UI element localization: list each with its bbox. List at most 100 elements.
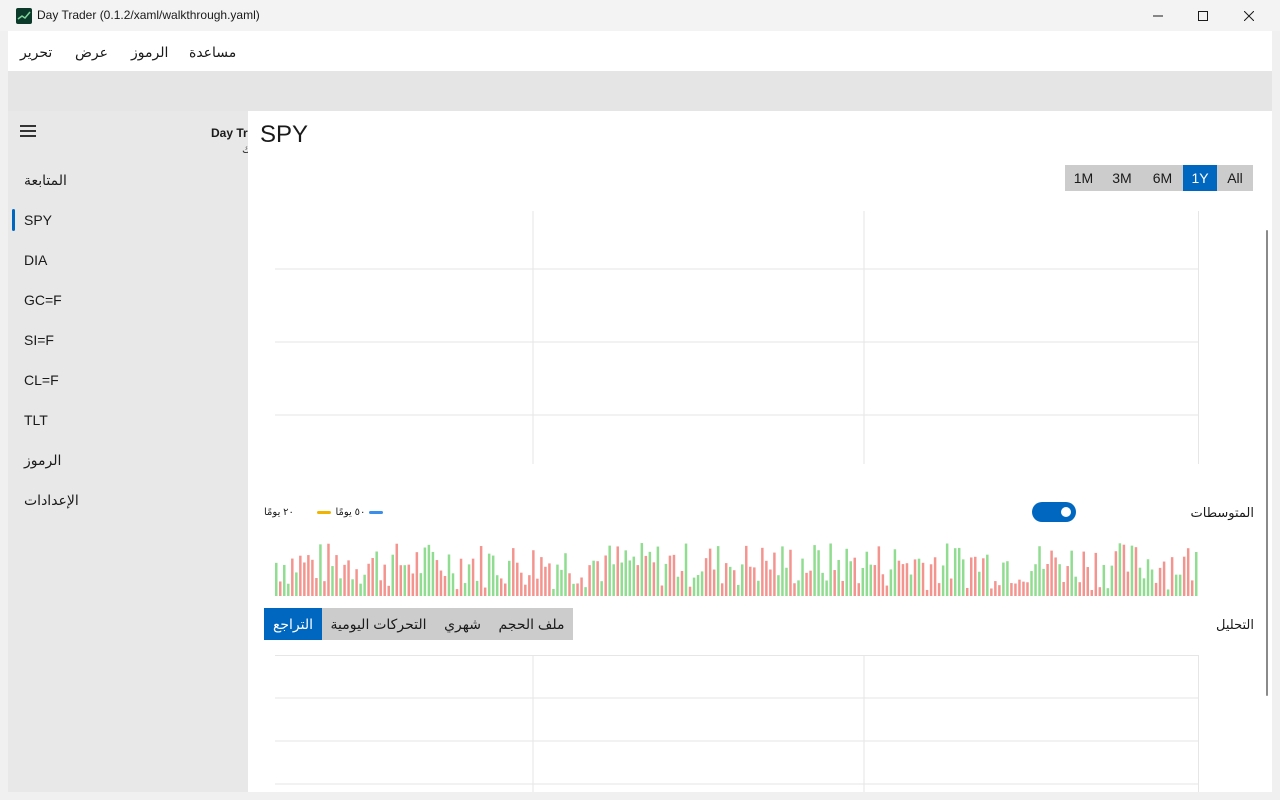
averages-toggle[interactable] [1032,502,1076,522]
volume-bar [652,562,656,596]
legend-20-day: ٢٠ يومًا [264,507,294,518]
volume-bar [1102,564,1106,596]
close-button[interactable] [1226,0,1272,31]
range-1m-button[interactable]: 1M [1065,165,1102,191]
tab-drawdown[interactable]: التراجع [264,608,322,640]
tab-daily-moves[interactable]: التحركات اليومية [322,608,435,640]
volume-bar [1138,567,1142,596]
sidebar-item-gc[interactable]: GC=F [24,292,62,308]
range-6m-button[interactable]: 6M [1142,165,1183,191]
sidebar-item-settings[interactable]: الإعدادات [24,492,79,509]
volume-bar [1066,566,1069,596]
tab-volume-profile[interactable]: ملف الحجم [490,608,573,640]
volume-bar [379,580,382,596]
range-all-button[interactable]: All [1217,165,1253,191]
volume-bar [1122,544,1126,596]
volume-bar [351,579,354,596]
minimize-button[interactable] [1135,0,1181,31]
volume-bar [1010,583,1013,596]
maximize-button[interactable] [1180,0,1226,31]
volume-bar [901,564,905,596]
volume-bar [520,572,523,596]
volume-bar [427,544,431,596]
volume-bar [584,587,587,596]
price-chart [275,211,1199,464]
volume-bar [961,559,965,596]
volume-bar [668,555,672,596]
menu-view[interactable]: عرض [75,44,108,61]
volume-bar [845,548,848,596]
sidebar-item-watchlist[interactable]: المتابعة [24,172,67,189]
menu-help[interactable]: مساعدة [189,44,236,61]
volume-bar [1090,589,1094,596]
menu-symbols[interactable]: الرموز [131,44,168,61]
hamburger-menu-icon[interactable] [20,125,36,137]
sidebar-item-si[interactable]: SI=F [24,332,54,348]
sidebar-item-tlt[interactable]: TLT [24,412,48,428]
volume-bar [355,569,358,596]
volume-bar [1046,563,1049,596]
sidebar-item-dia[interactable]: DIA [24,252,47,268]
volume-bar [781,546,784,596]
volume-bar [287,583,290,596]
volume-bar [712,569,716,596]
close-icon [1244,10,1254,21]
volume-bar [1018,579,1021,596]
averages-label: المتوسطات [1190,505,1254,520]
volume-bar [275,562,278,596]
menu-edit[interactable]: تحرير [20,44,52,61]
range-1y-button[interactable]: 1Y [1183,165,1217,191]
volume-bar [451,573,455,596]
volume-bar [564,553,567,596]
volume-bar [945,543,949,596]
sidebar-item-cl[interactable]: CL=F [24,372,59,388]
volume-bar [327,543,330,596]
volume-bar [869,564,873,596]
volume-bar [957,547,961,596]
volume-bar [970,557,973,596]
range-3m-button[interactable]: 3M [1102,165,1142,191]
volume-bar [479,546,483,596]
volume-bar [1114,551,1118,596]
volume-bar [620,562,623,596]
volume-bar [343,564,346,596]
volume-bar [1042,568,1045,596]
volume-bar [435,560,439,596]
volume-bar [311,559,314,596]
volume-bar [295,572,298,596]
volume-bar [1174,574,1178,596]
volume-bar [1014,583,1017,596]
volume-bar [423,547,427,596]
volume-bar [443,575,447,596]
volume-bar [1050,550,1053,596]
sidebar-item-symbols[interactable]: الرموز [24,452,61,469]
volume-bar [1082,551,1085,596]
averages-legend: ٥٠ يومًا ٢٠ يومًا [264,507,387,518]
sidebar-brand: Day Tr [211,126,248,140]
volume-bar [865,551,869,596]
volume-bar [777,575,780,596]
volume-bar [596,561,599,596]
volume-bar [604,555,607,596]
volume-bar [1126,571,1130,596]
volume-bar [765,560,768,596]
volume-bar [359,583,362,596]
volume-bar [616,546,619,596]
volume-bar [528,575,531,596]
volume-bar [753,567,756,596]
volume-bar [375,551,378,596]
sidebar-item-spy[interactable]: SPY [24,212,52,228]
volume-bar [1194,552,1198,596]
tab-monthly[interactable]: شهري [435,608,490,640]
volume-bar [632,556,636,596]
volume-bar [1094,552,1098,596]
volume-bar [644,555,648,596]
volume-bar [383,564,386,596]
volume-bar [411,573,415,596]
vertical-scrollbar[interactable] [1266,230,1268,696]
volume-bar [965,587,969,596]
volume-bar [1110,565,1114,596]
analysis-tabs: التراجع التحركات اليومية شهري ملف الحجم [264,608,573,640]
volume-bar [692,577,696,596]
volume-bar [487,553,491,596]
